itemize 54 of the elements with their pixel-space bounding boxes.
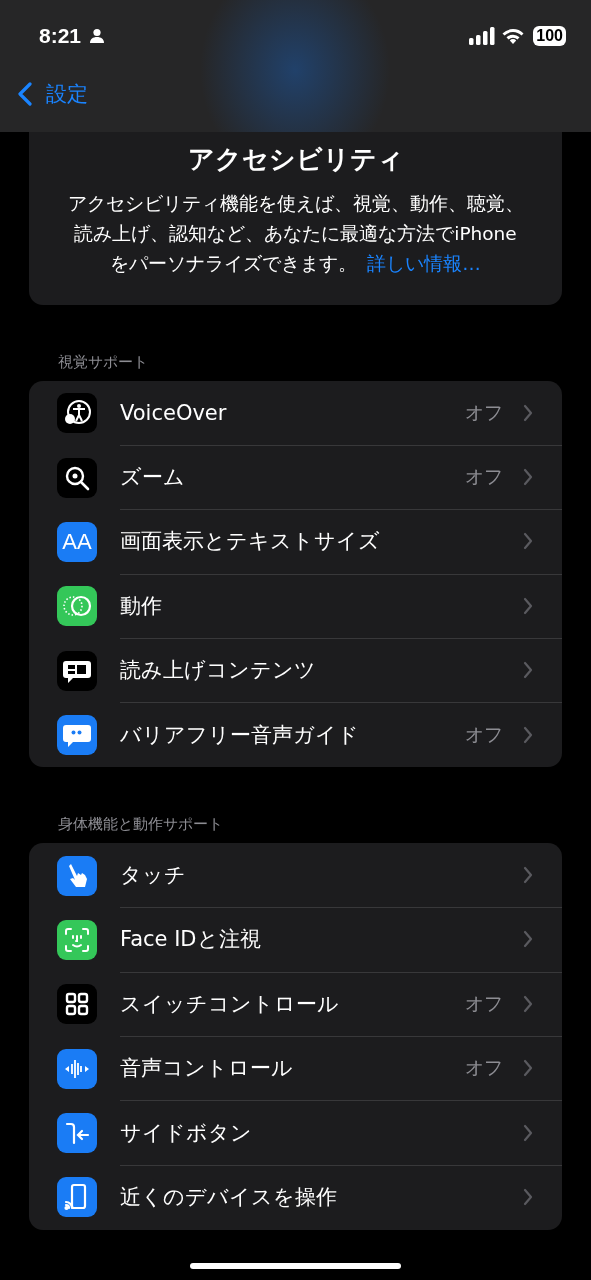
wifi-icon	[501, 27, 526, 45]
person-icon	[89, 28, 106, 44]
row-value: オフ	[465, 990, 503, 1016]
section-header: 視覚サポート	[57, 352, 149, 373]
settings-row[interactable]: VoiceOver オフ	[29, 381, 562, 446]
chevron-icon	[523, 661, 533, 680]
row-value: オフ	[465, 722, 503, 748]
row-label: 読み上げコンテンツ	[120, 657, 317, 685]
settings-row[interactable]: AA 画面表示とテキストサイズ	[29, 509, 562, 575]
settings-row[interactable]: ズーム オフ	[29, 445, 562, 510]
text-size-icon: AA	[57, 521, 97, 562]
chevron-icon	[523, 1123, 533, 1142]
settings-row[interactable]: Face IDと注視	[29, 907, 562, 973]
settings-row[interactable]: タッチ	[29, 843, 562, 908]
clock-time: 8:21	[39, 24, 82, 48]
chevron-icon	[523, 994, 533, 1013]
row-value: オフ	[465, 1055, 503, 1081]
row-label: サイドボタン	[120, 1119, 253, 1147]
chevron-icon	[523, 930, 533, 949]
row-label: バリアフリー音声ガイド	[120, 722, 360, 750]
back-button[interactable]: 設定	[18, 80, 88, 108]
settings-row[interactable]: サイドボタン	[29, 1100, 562, 1166]
chevron-icon	[523, 468, 533, 487]
chevron-icon	[523, 403, 533, 422]
chevron-icon	[523, 1188, 533, 1207]
row-value: オフ	[465, 399, 503, 425]
row-label: 動作	[120, 592, 163, 620]
row-label: Face IDと注視	[120, 926, 262, 954]
page-title: アクセシビリティ	[186, 143, 405, 176]
row-label: 音声コントロール	[120, 1055, 294, 1083]
description-text: アクセシビリティ機能を使えば、視覚、動作、聴覚、読み上げ、認知など、あなたに最適な方法でiPhoneをパーソナライズできます。 詳しい情報…	[67, 192, 524, 276]
row-label: タッチ	[120, 862, 187, 890]
settings-row[interactable]: スイッチコントロール オフ	[29, 972, 562, 1037]
row-label: 近くのデバイスを操作	[120, 1184, 338, 1212]
back-chevron-icon	[18, 82, 32, 106]
chevron-icon	[523, 1059, 533, 1078]
battery-level: 100	[533, 26, 566, 46]
chevron-icon	[523, 866, 533, 885]
settings-row[interactable]: 読み上げコンテンツ	[29, 638, 562, 703]
row-label: ズーム	[120, 464, 186, 492]
settings-row[interactable]: 近くのデバイスを操作	[29, 1165, 562, 1230]
row-label: 画面表示とテキストサイズ	[120, 528, 381, 556]
row-label: スイッチコントロール	[120, 990, 340, 1018]
settings-row[interactable]: 音声コントロール オフ	[29, 1036, 562, 1101]
settings-row[interactable]: 動作	[29, 574, 562, 639]
settings-row[interactable]: バリアフリー音声ガイド オフ	[29, 702, 562, 768]
row-label: VoiceOver	[120, 400, 228, 425]
section-header: 身体機能と動作サポート	[57, 814, 224, 836]
signal-icon	[469, 27, 496, 45]
chevron-icon	[523, 596, 533, 615]
row-value: オフ	[465, 464, 503, 490]
learn-more-link[interactable]: 詳しい情報…	[367, 253, 481, 274]
chevron-icon	[523, 532, 533, 551]
chevron-icon	[523, 726, 533, 745]
